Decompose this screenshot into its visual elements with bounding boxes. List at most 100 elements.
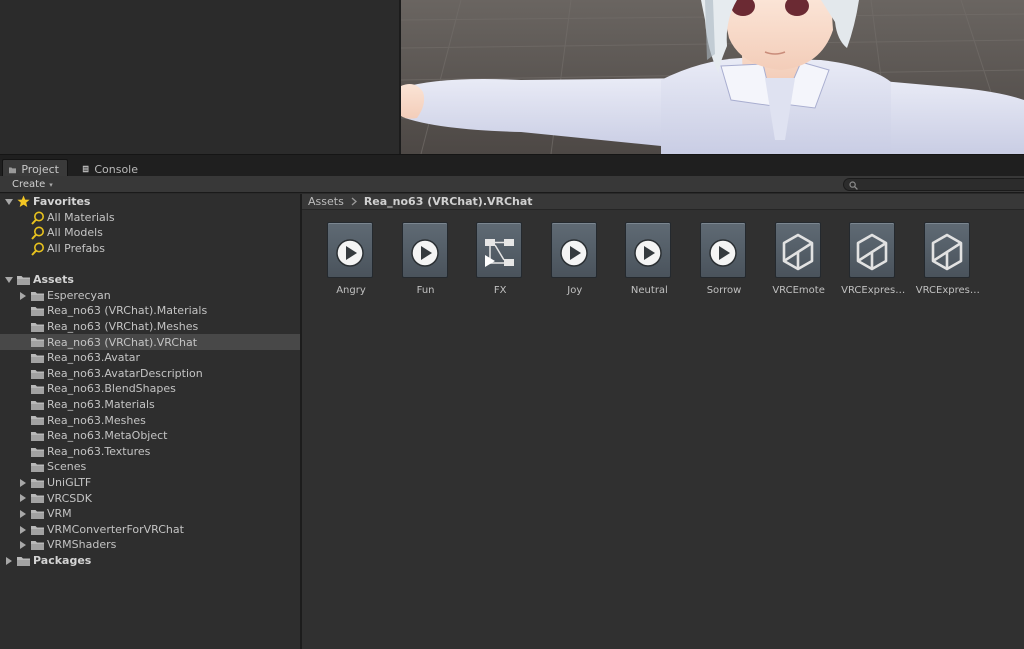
dropdown-caret-icon: ▾: [49, 180, 53, 189]
folder-icon: [31, 291, 44, 301]
folder-icon: [31, 525, 44, 535]
tree-section-assets[interactable]: Assets: [0, 272, 300, 288]
asset-tile[interactable]: VRCEmote: [764, 222, 834, 296]
tree-item-folder[interactable]: VRMShaders: [0, 537, 300, 553]
tree-item-folder[interactable]: VRMConverterForVRChat: [0, 522, 300, 538]
asset-label: VRCExpres…: [841, 285, 906, 296]
expand-arrow-right-icon[interactable]: [19, 541, 27, 550]
tree-item-label: Rea_no63.Meshes: [47, 413, 146, 427]
tree-item-folder[interactable]: Rea_no63 (VRChat).VRChat: [0, 334, 300, 350]
tree-item-label: Rea_no63.Textures: [47, 444, 151, 458]
tree-item-folder[interactable]: Rea_no63.Textures: [0, 444, 300, 460]
avatar-viewport-render: [401, 0, 1024, 154]
folder-icon: [31, 478, 44, 488]
asset-tile[interactable]: Joy: [540, 222, 610, 296]
asset-label: VRCExpres…: [915, 285, 980, 296]
expand-arrow-right-icon[interactable]: [19, 291, 27, 300]
tab-project-label: Project: [21, 163, 59, 176]
folder-icon: [31, 354, 44, 363]
tree-item-folder[interactable]: Rea_no63.AvatarDescription: [0, 366, 300, 382]
asset-thumbnail: [550, 222, 597, 278]
breadcrumb-current-folder[interactable]: Rea_no63 (VRChat).VRChat: [364, 195, 533, 208]
expand-arrow-right-icon[interactable]: [5, 556, 13, 565]
tree-item-label: Esperecyan: [47, 288, 111, 302]
tree-item-folder[interactable]: Rea_no63.Meshes: [0, 412, 300, 428]
asset-thumbnail: [476, 222, 523, 278]
expand-arrow-right-icon[interactable]: [19, 494, 27, 503]
folder-icon: [17, 276, 30, 285]
tree-item-label: VRMShaders: [47, 538, 117, 552]
tree-item-label: Rea_no63.Materials: [47, 398, 155, 412]
section-label: Favorites: [33, 195, 91, 209]
folder-icon: [31, 541, 44, 551]
expand-arrow-right-icon[interactable]: [19, 525, 27, 534]
asset-tile[interactable]: FX: [465, 222, 535, 296]
expand-arrow-down-icon[interactable]: [5, 198, 13, 206]
create-button-label: Create: [12, 179, 46, 190]
unity-asset-icon: [931, 233, 963, 271]
tree-item-folder[interactable]: VRCSDK: [0, 490, 300, 506]
tree-item-label: Rea_no63.MetaObject: [47, 429, 168, 443]
asset-tile[interactable]: Neutral: [614, 222, 684, 296]
tree-item-folder[interactable]: Rea_no63 (VRChat).Meshes: [0, 319, 300, 335]
project-tree: Favorites All Materials All Models All Pref…: [0, 194, 300, 649]
asset-tile[interactable]: VRCExpres…: [913, 222, 983, 296]
tree-section-favorites[interactable]: Favorites: [0, 194, 300, 210]
asset-tile[interactable]: Angry: [316, 222, 386, 296]
tree-item-folder[interactable]: Esperecyan: [0, 288, 300, 304]
tree-item-folder[interactable]: Rea_no63.Avatar: [0, 350, 300, 366]
tree-item-folder[interactable]: Rea_no63 (VRChat).Materials: [0, 303, 300, 319]
expand-arrow-right-icon[interactable]: [19, 478, 27, 487]
asset-thumbnail: [401, 222, 448, 278]
tab-console[interactable]: Console: [76, 159, 146, 177]
search-input[interactable]: [843, 178, 1024, 191]
folder-icon: [31, 463, 44, 473]
asset-tile[interactable]: Sorrow: [689, 222, 759, 296]
breadcrumb: Assets Rea_no63 (VRChat).VRChat: [302, 194, 1024, 210]
create-button[interactable]: Create ▾: [6, 178, 59, 191]
asset-thumbnail: [923, 222, 970, 278]
folder-tab-icon: [9, 167, 17, 173]
asset-label: Joy: [567, 285, 583, 296]
tree-item-folder[interactable]: UniGLTF: [0, 475, 300, 491]
tree-item-folder[interactable]: VRM: [0, 506, 300, 522]
tree-item-label: Scenes: [47, 460, 87, 474]
tree-item-label: All Prefabs: [47, 242, 105, 256]
asset-tile[interactable]: Fun: [391, 222, 461, 296]
asset-label: VRCEmote: [772, 285, 825, 296]
animation-clip-icon: [560, 239, 588, 267]
tab-project[interactable]: Project: [2, 159, 68, 177]
asset-thumbnail: [774, 222, 821, 278]
tree-item-label: All Models: [47, 226, 103, 240]
animator-controller-icon: [485, 239, 515, 267]
folder-icon: [31, 369, 44, 379]
asset-thumbnail: [625, 222, 672, 278]
tree-item-label: Rea_no63.BlendShapes: [47, 382, 176, 396]
scene-view[interactable]: [401, 0, 1024, 154]
tree-section-packages[interactable]: Packages: [0, 553, 300, 569]
section-label: Packages: [33, 554, 92, 568]
breadcrumb-assets[interactable]: Assets: [308, 195, 344, 208]
tree-item-label: UniGLTF: [47, 476, 92, 490]
folder-icon: [31, 322, 44, 332]
tree-item-label: VRMConverterForVRChat: [47, 522, 184, 536]
asset-label: Neutral: [630, 285, 668, 296]
asset-tile[interactable]: VRCExpres…: [838, 222, 908, 296]
expand-arrow-down-icon[interactable]: [5, 276, 13, 284]
folder-icon: [31, 447, 44, 457]
tree-item-folder[interactable]: Rea_no63.MetaObject: [0, 428, 300, 444]
tree-item-favorite[interactable]: All Models: [0, 225, 300, 241]
folder-icon: [31, 307, 44, 317]
tree-item-label: Rea_no63.Avatar: [47, 351, 141, 365]
tree-item-folder[interactable]: Rea_no63.Materials: [0, 397, 300, 413]
folder-icon: [31, 385, 44, 395]
tree-item-folder[interactable]: Scenes: [0, 459, 300, 475]
tree-item-label: VRCSDK: [47, 491, 92, 505]
folder-icon: [31, 338, 44, 348]
expand-arrow-right-icon[interactable]: [19, 510, 27, 518]
tree-item-favorite[interactable]: All Prefabs: [0, 241, 300, 257]
asset-browser: Assets Rea_no63 (VRChat).VRChat Angry Fun…: [302, 194, 1024, 649]
tree-item-folder[interactable]: Rea_no63.BlendShapes: [0, 381, 300, 397]
tree-item-favorite[interactable]: All Materials: [0, 210, 300, 226]
project-toolbar: Create ▾: [0, 176, 1024, 193]
